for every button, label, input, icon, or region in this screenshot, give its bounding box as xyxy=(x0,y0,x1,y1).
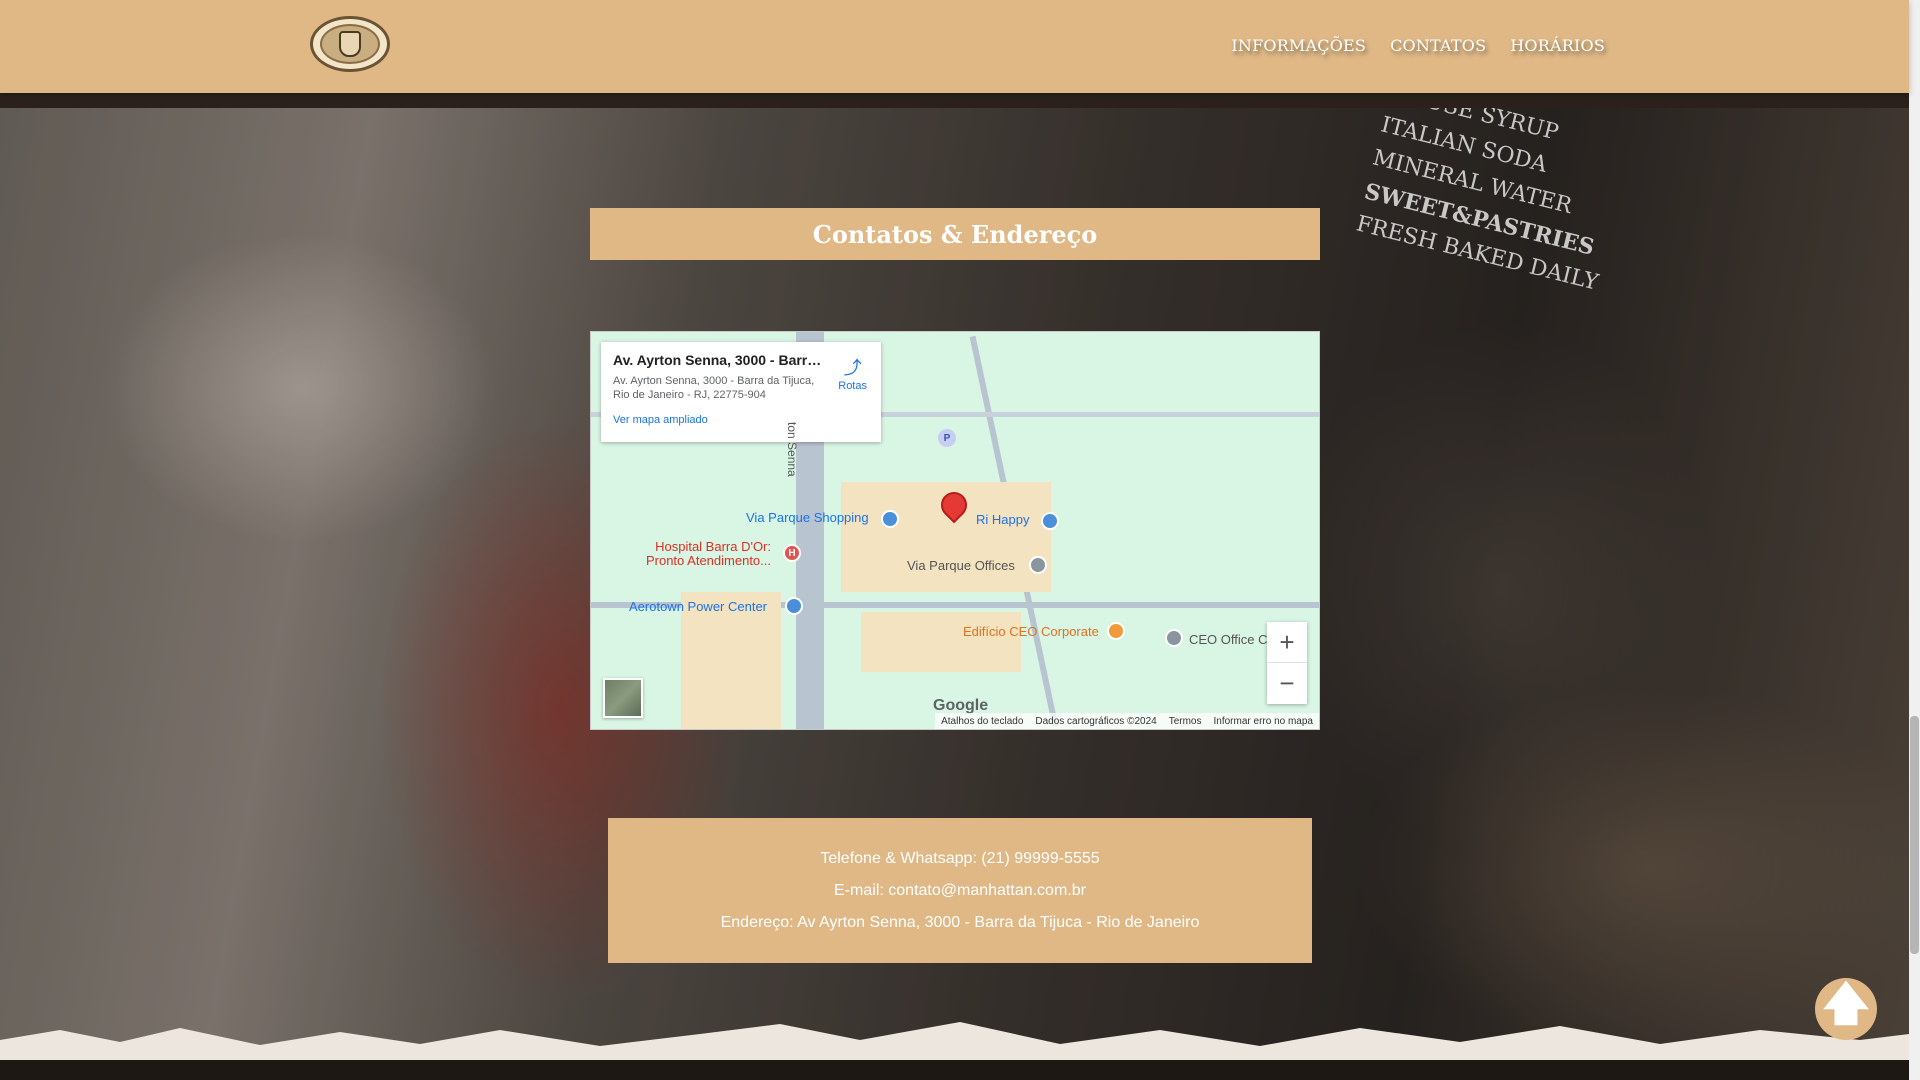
directions-icon: ⤴ xyxy=(843,358,862,378)
place-hospital[interactable]: Hospital Barra D'Or: Pronto Atendimento.… xyxy=(641,540,771,568)
place-via-parque-offices[interactable]: Via Parque Offices xyxy=(907,558,1015,573)
contact-email: E-mail: contato@manhattan.com.br xyxy=(834,881,1086,899)
place-info-card: Av. Ayrton Senna, 3000 - Barra... Av. Ay… xyxy=(601,342,881,442)
logo-emblem xyxy=(320,24,380,64)
hospital-icon[interactable]: H xyxy=(783,544,801,562)
contact-phone: Telefone & Whatsapp: (21) 99999-5555 xyxy=(820,849,1100,867)
footer-strip xyxy=(0,1060,1909,1080)
section-title: Contatos & Endereço xyxy=(812,219,1098,249)
place-ceo-office[interactable]: CEO Office C xyxy=(1189,632,1268,647)
directions-label: Rotas xyxy=(838,380,867,392)
parking-label: P xyxy=(943,432,951,444)
scrollbar-thumb[interactable] xyxy=(1910,716,1919,954)
hotel-icon[interactable] xyxy=(1107,622,1125,640)
logo-mark-icon xyxy=(339,31,361,57)
shopping-icon[interactable] xyxy=(785,597,803,615)
site-header: INFORMAÇÕES CONTATOS HORÁRIOS xyxy=(0,0,1909,93)
place-title: Av. Ayrton Senna, 3000 - Barra... xyxy=(613,352,823,368)
back-to-top-button[interactable]: 🡅 xyxy=(1815,977,1877,1040)
larger-map-link[interactable]: Ver mapa ampliado xyxy=(613,414,869,426)
nav-contatos[interactable]: CONTATOS xyxy=(1390,36,1486,55)
shopping-icon[interactable] xyxy=(1041,512,1059,530)
place-via-parque-shopping[interactable]: Via Parque Shopping xyxy=(746,510,869,525)
place-aerotown[interactable]: Aerotown Power Center xyxy=(629,599,767,614)
parking-icon: P xyxy=(938,429,956,447)
map-data-text: Dados cartográficos ©2024 xyxy=(1035,715,1157,727)
satellite-toggle-button[interactable] xyxy=(603,678,643,718)
logo[interactable] xyxy=(310,16,390,72)
keyboard-shortcuts-link[interactable]: Atalhos do teclado xyxy=(941,716,1023,727)
page-scrollbar[interactable] xyxy=(1909,0,1920,1080)
contact-address: Endereço: Av Ayrton Senna, 3000 - Barra … xyxy=(720,913,1200,931)
terms-link[interactable]: Termos xyxy=(1169,716,1202,727)
chalkboard: HOUSE SYRUP ITALIAN SODA MINERAL WATER S… xyxy=(1336,108,1763,400)
shopping-icon[interactable] xyxy=(881,510,899,528)
zoom-in-button[interactable]: + xyxy=(1267,622,1307,663)
zoom-controls: + − xyxy=(1267,622,1307,704)
report-error-link[interactable]: Informar erro no mapa xyxy=(1214,716,1314,727)
contact-box: Telefone & Whatsapp: (21) 99999-5555 E-m… xyxy=(608,818,1312,963)
map-block xyxy=(861,612,1021,672)
directions-button[interactable]: ⤴ Rotas xyxy=(838,354,867,392)
map-street-label: ton Senna xyxy=(785,422,799,477)
place-ri-happy[interactable]: Ri Happy xyxy=(976,512,1029,527)
office-icon[interactable] xyxy=(1165,629,1183,647)
nav-horarios[interactable]: HORÁRIOS xyxy=(1510,36,1605,55)
torn-paper-edge xyxy=(0,1022,1909,1060)
arrow-up-icon: 🡅 xyxy=(1822,977,1870,1029)
main-nav: INFORMAÇÕES CONTATOS HORÁRIOS xyxy=(1231,36,1605,55)
google-map[interactable]: Av. Ayrton Senna, 3000 - Barra... Av. Ay… xyxy=(590,331,1320,730)
office-icon[interactable] xyxy=(1029,556,1047,574)
section-title-bar: Contatos & Endereço xyxy=(590,208,1320,260)
map-footer: Atalhos do teclado Dados cartográficos ©… xyxy=(935,713,1319,729)
place-address: Av. Ayrton Senna, 3000 - Barra da Tijuca… xyxy=(613,375,815,401)
place-ceo-corporate[interactable]: Edifício CEO Corporate xyxy=(963,624,1099,639)
nav-informacoes[interactable]: INFORMAÇÕES xyxy=(1231,36,1366,55)
zoom-out-button[interactable]: − xyxy=(1267,663,1307,704)
